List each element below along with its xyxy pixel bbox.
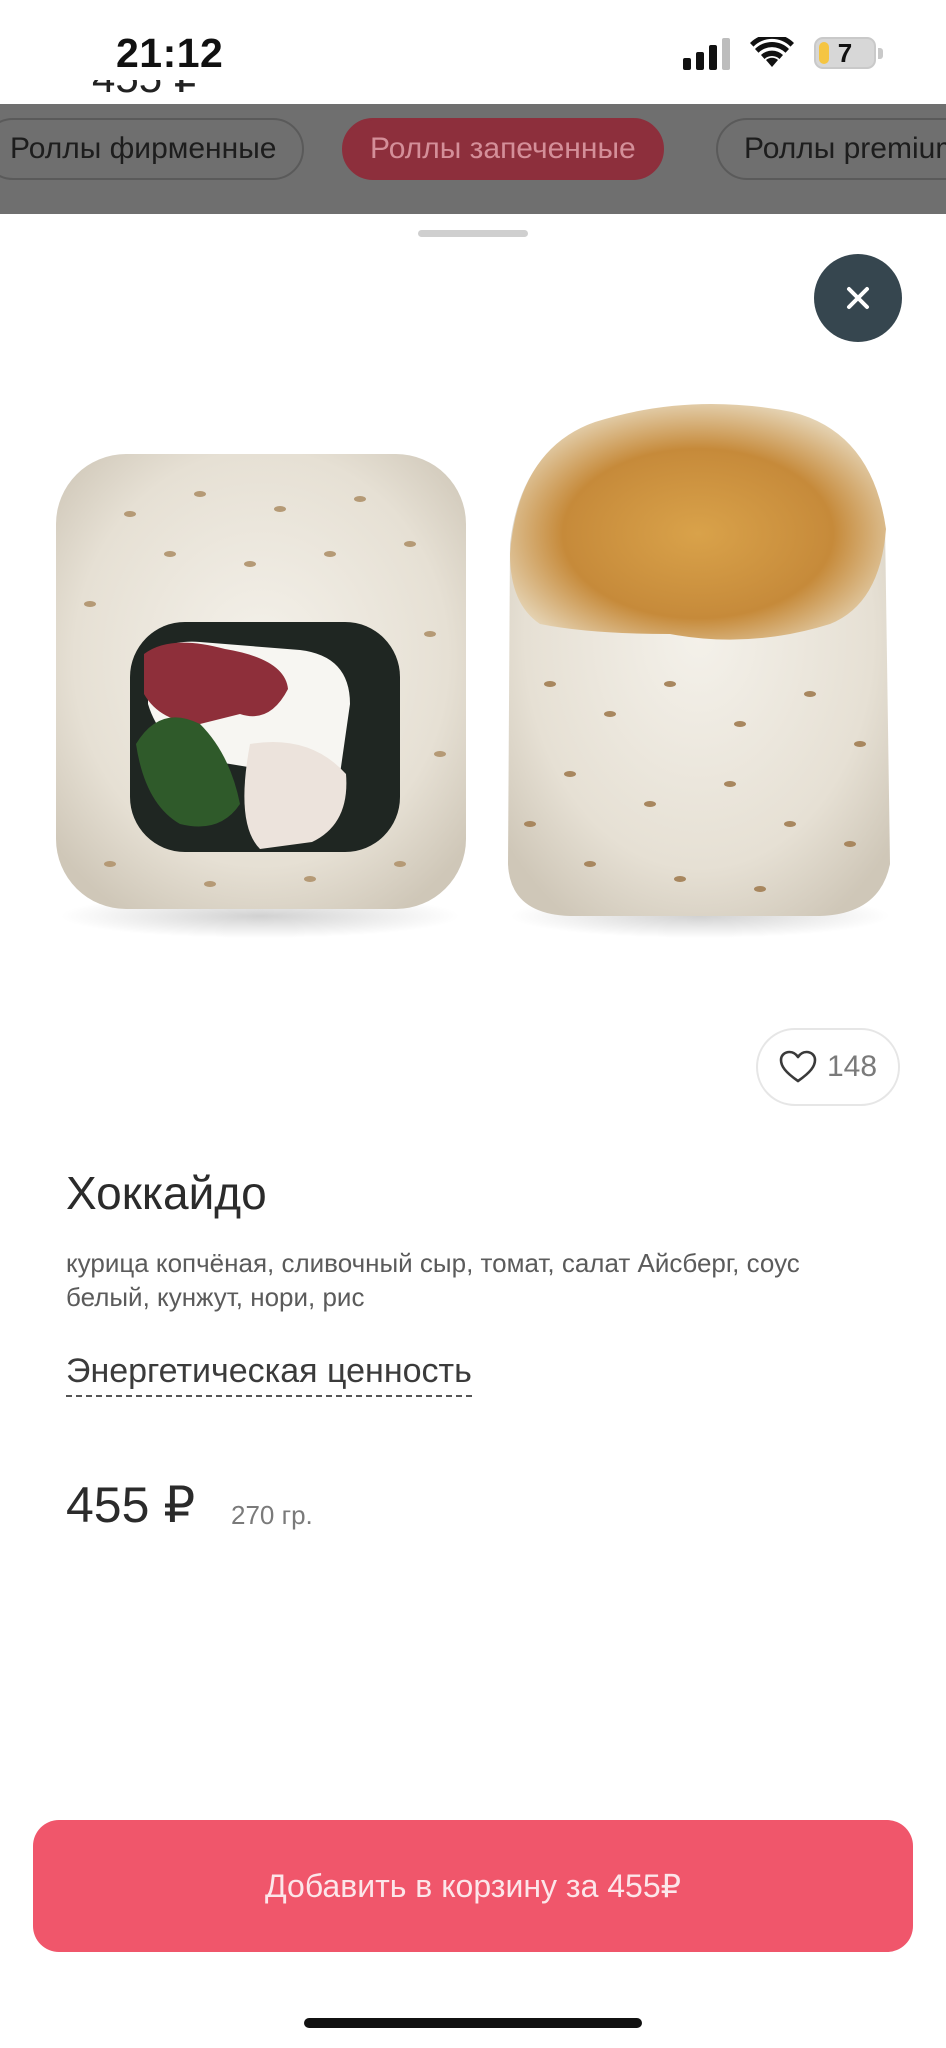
category-pill-active[interactable]: Роллы запеченные [342,118,664,180]
category-bar: Роллы фирменные Роллы запеченные Роллы p… [0,104,946,214]
status-icons: 7 [683,36,883,70]
wifi-icon [750,37,794,69]
status-time: 21:12 [116,30,224,76]
energy-value-link[interactable]: Энергетическая ценность [66,1352,472,1397]
signal-icon [683,36,730,70]
product-title: Хоккайдо [66,1167,267,1219]
add-to-cart-button[interactable]: Добавить в корзину за 455₽ [33,1820,913,1952]
heart-icon [779,1050,817,1083]
home-indicator[interactable] [304,2018,642,2028]
sheet-grabber[interactable] [418,230,528,237]
like-count: 148 [826,1050,878,1083]
add-to-cart-label: Добавить в корзину за 455₽ [264,1868,681,1904]
product-weight: 270 гр. [231,1500,313,1530]
category-pill[interactable]: Роллы фирменные [0,118,305,180]
product-description: курица копчёная, сливочный сыр, томат, с… [66,1248,800,1312]
product-price: 455 ₽ [66,1477,196,1533]
product-sheet: 148 Хоккайдо курица копчёная, сливочный … [0,214,946,2048]
product-image [56,404,890,938]
battery-icon: 7 [814,37,883,69]
like-button[interactable]: 148 [756,1028,900,1106]
background-price: 455 ₽ [92,80,200,104]
battery-level: 7 [837,38,853,68]
category-pill[interactable]: Роллы premium [716,118,946,180]
